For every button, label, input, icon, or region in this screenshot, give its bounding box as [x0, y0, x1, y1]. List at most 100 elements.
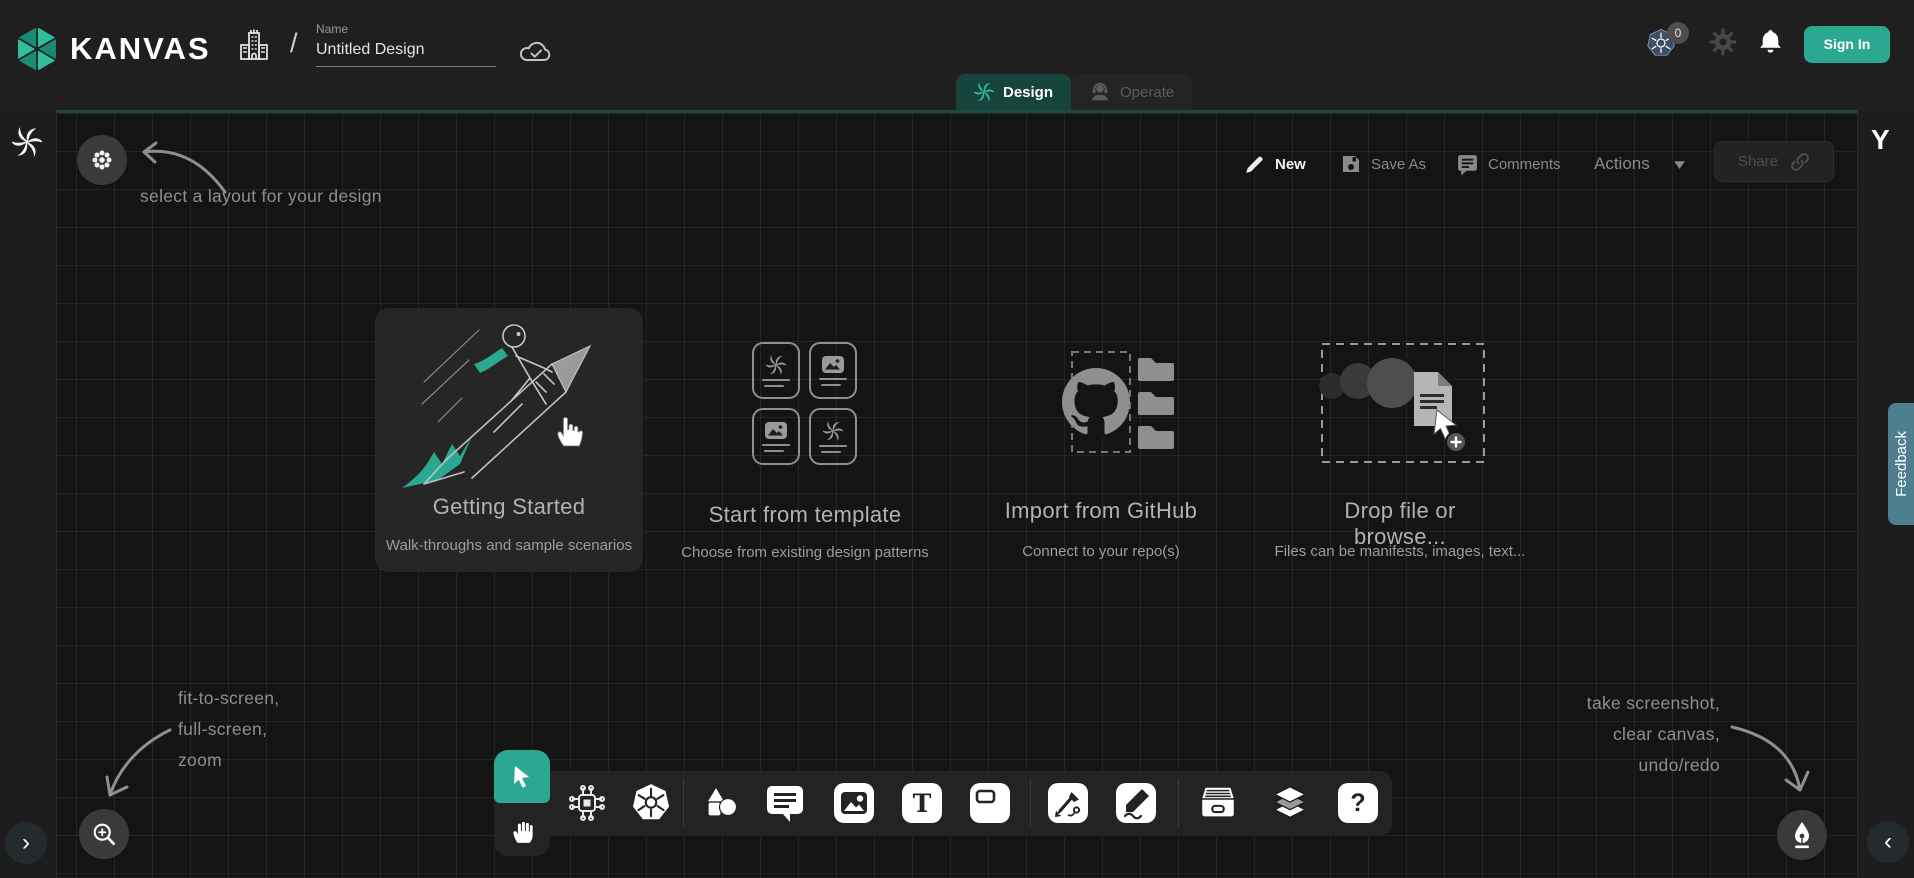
- pencil-tool[interactable]: [1115, 782, 1157, 824]
- feedback-label: Feedback: [1893, 431, 1910, 497]
- image-icon: [821, 355, 845, 374]
- template-tile-spiral: [809, 408, 857, 465]
- card-subtitle: Walk-throughs and sample scenarios: [375, 537, 643, 554]
- folder-icons: [1138, 358, 1174, 449]
- feedback-tab[interactable]: Feedback: [1888, 403, 1914, 525]
- rail-spiral-icon[interactable]: [12, 127, 42, 162]
- layout-picker-button[interactable]: [77, 135, 127, 185]
- select-tool[interactable]: [494, 750, 550, 803]
- hint-line: zoom: [178, 745, 279, 776]
- template-tile-image: [809, 342, 857, 399]
- design-name-field: Name Untitled Design: [316, 22, 496, 67]
- comment-tool[interactable]: [764, 782, 806, 824]
- hint-line: full-screen,: [178, 714, 279, 745]
- layers-icon: [1269, 782, 1311, 824]
- pen-tool[interactable]: [1047, 782, 1089, 824]
- notifications-bell-icon[interactable]: [1757, 28, 1784, 60]
- layout-flower-icon: [89, 147, 115, 173]
- new-label: New: [1275, 156, 1306, 173]
- hexagon-logo: [14, 24, 60, 74]
- kubernetes-tool[interactable]: [630, 782, 672, 824]
- component-tool[interactable]: [566, 782, 608, 824]
- rocket-rider-illustration: [394, 312, 624, 494]
- hint-line: clear canvas,: [1540, 719, 1720, 750]
- template-tiles: [752, 342, 857, 465]
- text-tool[interactable]: T: [901, 782, 943, 824]
- hand-pointer-cursor: [552, 410, 590, 448]
- actions-hint-arrow: [1720, 715, 1820, 805]
- layout-hint-text: select a layout for your design: [140, 186, 382, 207]
- brand-name: KANVAS: [70, 31, 211, 67]
- text-tool-glyph: T: [913, 789, 932, 818]
- tab-operate[interactable]: Operate: [1071, 74, 1192, 110]
- cloud-saved-icon: [518, 36, 554, 71]
- tab-design[interactable]: Design: [956, 74, 1071, 110]
- mode-tabs: Design Operate: [956, 74, 1192, 110]
- zoom-hint-arrow: [95, 715, 190, 807]
- hint-line: fit-to-screen,: [178, 683, 279, 714]
- card-title: Import from GitHub: [1000, 498, 1202, 524]
- spiral-icon: [766, 355, 786, 375]
- github-import-illustration: [1030, 346, 1190, 468]
- header-right-cluster: 0: [1645, 0, 1890, 88]
- template-tile-spiral: [752, 342, 800, 399]
- expand-left-panel-button[interactable]: ›: [5, 822, 47, 864]
- card-import-github[interactable]: Import from GitHub Connect to your repo(…: [1000, 330, 1202, 570]
- pan-tool[interactable]: [494, 803, 550, 856]
- pen-actions-button[interactable]: [1777, 810, 1827, 860]
- tab-design-label: Design: [1003, 84, 1053, 101]
- comment-icon: [1456, 153, 1479, 176]
- pen-nib-icon: [1788, 820, 1816, 850]
- new-button[interactable]: New: [1243, 147, 1306, 181]
- card-subtitle: Files can be manifests, images, text...: [1270, 543, 1530, 560]
- component-chip-icon: [566, 782, 608, 824]
- collapse-right-panel-button[interactable]: ‹: [1867, 821, 1909, 863]
- hint-line: undo/redo: [1540, 750, 1720, 781]
- drawer-tool[interactable]: [1197, 782, 1239, 824]
- layers-tool[interactable]: [1269, 782, 1311, 824]
- comments-button[interactable]: Comments: [1456, 147, 1561, 181]
- card-getting-started[interactable]: Getting Started Walk-throughs and sample…: [375, 308, 643, 572]
- chevron-left-icon: ‹: [1884, 828, 1892, 856]
- spiral-icon: [823, 421, 843, 441]
- select-pan-tool-group: [494, 750, 550, 856]
- breadcrumb-separator: /: [290, 28, 298, 59]
- canvas-actions-hint-text: take screenshot, clear canvas, undo/redo: [1540, 688, 1720, 781]
- shapes-icon: [700, 783, 740, 823]
- template-tile-image: [752, 408, 800, 465]
- sign-in-button[interactable]: Sign In: [1804, 26, 1890, 63]
- cursor-arrow-icon: [510, 764, 534, 790]
- building-icon[interactable]: [236, 28, 272, 69]
- save-as-button[interactable]: Save As: [1340, 147, 1426, 181]
- brand-logo: KANVAS: [14, 24, 211, 74]
- card-title: Getting Started: [375, 494, 643, 520]
- card-start-from-template[interactable]: Start from template Choose from existing…: [690, 330, 920, 570]
- design-name-input[interactable]: Untitled Design: [316, 41, 496, 67]
- pen-path-icon: [1048, 783, 1088, 823]
- kubernetes-status-button[interactable]: 0: [1645, 27, 1689, 61]
- card-drop-file[interactable]: Drop file or browse... Files can be mani…: [1310, 330, 1490, 570]
- actions-dropdown[interactable]: Actions: [1594, 147, 1686, 181]
- actions-label: Actions: [1594, 154, 1650, 174]
- chevron-right-icon: ›: [22, 829, 30, 857]
- left-rail: [0, 110, 57, 878]
- frame-tool[interactable]: [969, 782, 1011, 824]
- kubernetes-wheel-icon: [630, 782, 672, 824]
- image-tool[interactable]: [833, 782, 875, 824]
- tab-operate-label: Operate: [1120, 84, 1174, 101]
- frame-tab-icon: [970, 783, 1010, 823]
- k8s-context-badge: 0: [1667, 22, 1689, 44]
- pencil-scribble-icon: [1116, 783, 1156, 823]
- zoom-controls-button[interactable]: [79, 809, 129, 859]
- rail-y-logo[interactable]: Y: [1871, 124, 1890, 156]
- save-as-label: Save As: [1371, 156, 1426, 173]
- share-button[interactable]: Share: [1714, 141, 1834, 182]
- zoom-hint-text: fit-to-screen, full-screen, zoom: [178, 683, 279, 776]
- top-header: KANVAS / Name Untitled Design: [0, 0, 1914, 110]
- settings-gear-icon[interactable]: [1709, 28, 1737, 61]
- drop-file-illustration: [1310, 338, 1490, 470]
- card-title: Start from template: [690, 502, 920, 528]
- help-tool[interactable]: ?: [1337, 782, 1379, 824]
- shapes-tool[interactable]: [699, 782, 741, 824]
- hand-icon: [509, 816, 535, 844]
